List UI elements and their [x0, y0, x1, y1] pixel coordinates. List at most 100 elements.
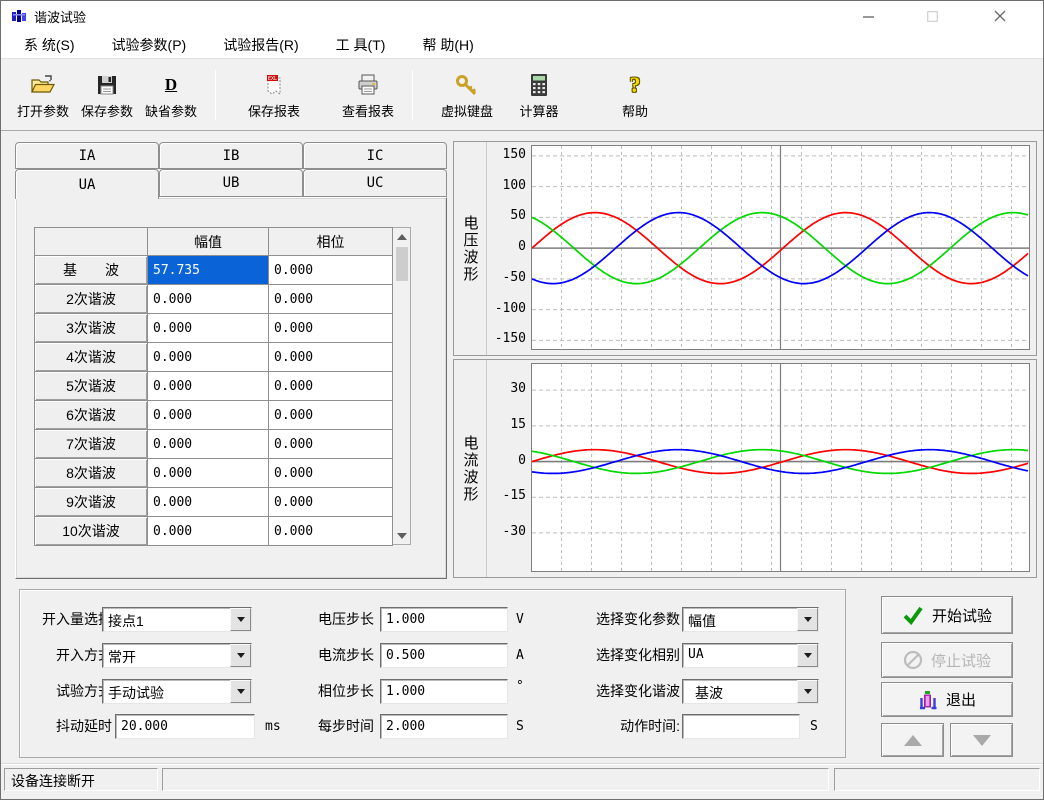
step-time-input[interactable] — [380, 714, 508, 739]
table-row: 6次谐波0.0000.000 — [35, 401, 393, 430]
help-button[interactable]: ? 帮助 — [611, 64, 659, 126]
connection-status: 设备连接断开 — [4, 768, 158, 791]
scrollbar-thumb[interactable] — [396, 247, 408, 281]
vary-harmonic-combo[interactable]: 基波 — [682, 679, 819, 704]
table-header-row: 幅值 相位 — [35, 228, 393, 256]
chevron-down-icon[interactable] — [797, 680, 818, 703]
svg-text:EXL: EXL — [268, 76, 277, 82]
harmonic-tab-page: 幅值 相位 基 波57.7350.000 2次谐波0.0000.000 3次谐波… — [15, 197, 447, 579]
table-row: 7次谐波0.0000.000 — [35, 430, 393, 459]
window-title: 谐波试验 — [34, 7, 86, 26]
voltage-plot-area — [531, 145, 1030, 350]
toolbar-separator — [215, 70, 216, 120]
table-row: 3次谐波0.0000.000 — [35, 314, 393, 343]
status-segment — [162, 768, 829, 791]
view-report-button[interactable]: 查看报表 — [336, 64, 400, 126]
menu-system[interactable]: 系 统(S) — [10, 31, 89, 59]
exit-button[interactable]: 退出 — [881, 682, 1013, 717]
scroll-up-icon — [397, 234, 407, 240]
menu-tools[interactable]: 工 具(T) — [322, 31, 400, 59]
tab-uc[interactable]: UC — [303, 169, 447, 197]
chevron-down-icon[interactable] — [797, 608, 818, 631]
toolbar-label: 虚拟键盘 — [441, 101, 493, 120]
amplitude-header: 幅值 — [148, 228, 269, 256]
stop-test-button[interactable]: 停止试验 — [881, 642, 1013, 678]
debounce-delay-label: 抖动延时 — [20, 714, 112, 739]
table-row: 8次谐波0.0000.000 — [35, 459, 393, 488]
tab-row-voltage: UA UB UC — [15, 169, 447, 197]
binary-input-select-combo[interactable]: 接点1 — [102, 607, 252, 632]
debounce-delay-unit: ms — [265, 714, 281, 739]
open-folder-icon — [30, 71, 56, 99]
scroll-up-button[interactable] — [394, 228, 410, 245]
action-time-input[interactable] — [682, 714, 800, 739]
current-waveform-panel: 电流波形 30150-15-30 — [453, 359, 1037, 578]
y-tick-label: -15 — [488, 488, 526, 503]
input-mode-label: 开入方式 — [20, 643, 112, 668]
tab-ib[interactable]: IB — [159, 142, 303, 169]
titlebar: 谐波试验 — [1, 1, 1043, 31]
test-mode-combo[interactable]: 手动试验 — [102, 679, 252, 704]
default-d-icon: D — [165, 71, 177, 99]
menu-test-report[interactable]: 试验报告(R) — [209, 31, 312, 59]
table-row: 基 波57.7350.000 — [35, 256, 393, 285]
vary-phase-label: 选择变化相别 — [558, 643, 680, 668]
waveform-svg — [532, 146, 1029, 349]
step-up-button[interactable] — [881, 723, 944, 757]
minimize-button[interactable] — [845, 1, 891, 31]
toolbar-label: 计算器 — [519, 101, 558, 120]
tab-ic[interactable]: IC — [303, 142, 447, 169]
menu-help[interactable]: 帮 助(H) — [408, 31, 487, 59]
open-params-button[interactable]: 打开参数 — [11, 64, 75, 126]
voltage-step-unit: V — [516, 607, 524, 632]
close-button[interactable] — [977, 1, 1023, 31]
y-tick-label: -50 — [488, 270, 526, 285]
current-plot-area — [531, 363, 1030, 572]
tab-ua[interactable]: UA — [15, 169, 159, 199]
save-report-button[interactable]: EXL 保存报表 — [242, 64, 306, 126]
table-row: 5次谐波0.0000.000 — [35, 372, 393, 401]
phase-step-input[interactable] — [380, 679, 508, 704]
menu-test-params[interactable]: 试验参数(P) — [98, 31, 201, 59]
current-step-input[interactable] — [380, 643, 508, 668]
y-tick-label: 0 — [488, 453, 526, 468]
debounce-delay-input[interactable] — [115, 714, 255, 739]
toolbar-label: 缺省参数 — [145, 101, 197, 120]
vary-parameter-combo[interactable]: 幅值 — [682, 607, 819, 632]
exit-icon — [918, 689, 938, 711]
tab-ia[interactable]: IA — [15, 142, 159, 169]
virtual-keyboard-button[interactable]: 虚拟键盘 — [435, 64, 499, 126]
app-window: 谐波试验 系 统(S) 试验参数(P) 试验报告(R) 工 具(T) 帮 助(H… — [0, 0, 1044, 800]
prohibition-icon — [903, 650, 923, 670]
y-tick-label: 30 — [488, 381, 526, 396]
table-row: 2次谐波0.0000.000 — [35, 285, 393, 314]
step-time-unit: S — [516, 714, 524, 739]
y-tick-label: -150 — [488, 331, 526, 346]
statusbar-separator — [1, 763, 1043, 765]
voltage-step-label: 电压步长 — [288, 607, 374, 632]
step-down-button[interactable] — [950, 723, 1013, 757]
table-scrollbar[interactable] — [393, 227, 411, 545]
chevron-down-icon[interactable] — [797, 644, 818, 667]
app-icon — [11, 8, 27, 24]
action-time-label: 动作时间: — [558, 714, 680, 739]
maximize-button[interactable] — [909, 1, 955, 31]
input-mode-combo[interactable]: 常开 — [102, 643, 252, 668]
menubar: 系 统(S) 试验参数(P) 试验报告(R) 工 具(T) 帮 助(H) — [1, 31, 1043, 59]
chevron-down-icon[interactable] — [230, 680, 251, 703]
step-time-label: 每步时间 — [288, 714, 374, 739]
tab-ub[interactable]: UB — [159, 169, 303, 197]
save-params-button[interactable]: 保存参数 — [75, 64, 139, 126]
start-test-button[interactable]: 开始试验 — [881, 596, 1013, 634]
default-params-button[interactable]: D 缺省参数 — [139, 64, 203, 126]
scroll-down-button[interactable] — [394, 527, 410, 544]
y-tick-label: 15 — [488, 417, 526, 432]
vary-phase-combo[interactable]: UA — [682, 643, 819, 668]
current-step-label: 电流步长 — [288, 643, 374, 668]
toolbar: 打开参数 保存参数 D 缺省参数 EXL — [1, 60, 1043, 131]
chevron-down-icon[interactable] — [230, 608, 251, 631]
calculator-button[interactable]: 计算器 — [511, 64, 567, 126]
chevron-down-icon[interactable] — [230, 644, 251, 667]
floppy-disk-icon — [95, 71, 119, 99]
voltage-step-input[interactable] — [380, 607, 508, 632]
